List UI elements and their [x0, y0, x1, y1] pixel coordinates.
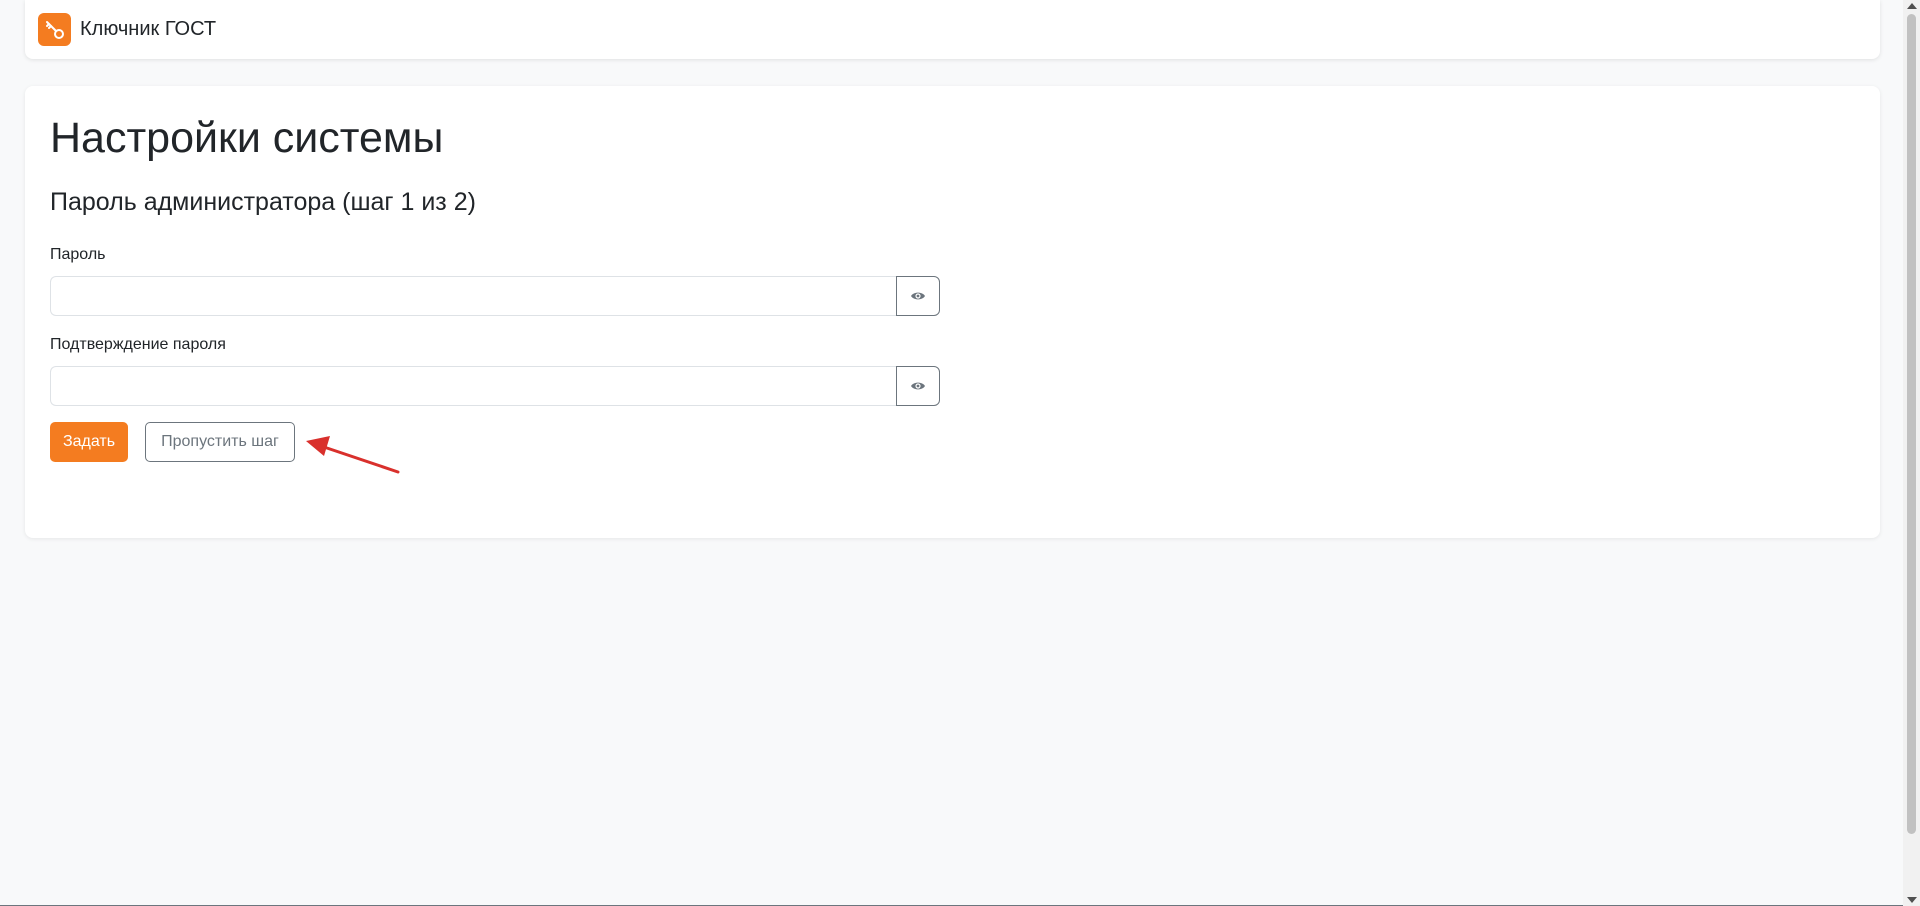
eye-icon: [911, 292, 925, 300]
confirm-password-label: Подтверждение пароля: [50, 336, 226, 353]
section-title: Пароль администратора (шаг 1 из 2): [50, 188, 476, 216]
skip-step-button[interactable]: Пропустить шаг: [145, 422, 295, 462]
submit-button[interactable]: Задать: [50, 422, 128, 462]
top-navbar: Ключник ГОСТ: [25, 0, 1880, 59]
page: Ключник ГОСТ Настройки системы Пароль ад…: [0, 0, 1920, 906]
vertical-scrollbar[interactable]: [1903, 0, 1920, 906]
password-input-group: [50, 276, 940, 316]
toggle-confirm-visibility-button[interactable]: [896, 366, 940, 406]
scrollbar-thumb[interactable]: [1907, 14, 1916, 834]
scroll-up-arrow-icon[interactable]: [1907, 3, 1917, 9]
eye-icon: [911, 382, 925, 390]
password-label: Пароль: [50, 246, 106, 263]
password-input[interactable]: [50, 276, 896, 316]
scroll-down-arrow-icon[interactable]: [1907, 897, 1917, 903]
toggle-password-visibility-button[interactable]: [896, 276, 940, 316]
key-icon[interactable]: [38, 13, 71, 46]
confirm-password-input[interactable]: [50, 366, 896, 406]
brand-name[interactable]: Ключник ГОСТ: [80, 18, 216, 41]
red-arrow-icon: [306, 436, 400, 474]
confirm-password-input-group: [50, 366, 940, 406]
page-title: Настройки системы: [50, 114, 444, 162]
